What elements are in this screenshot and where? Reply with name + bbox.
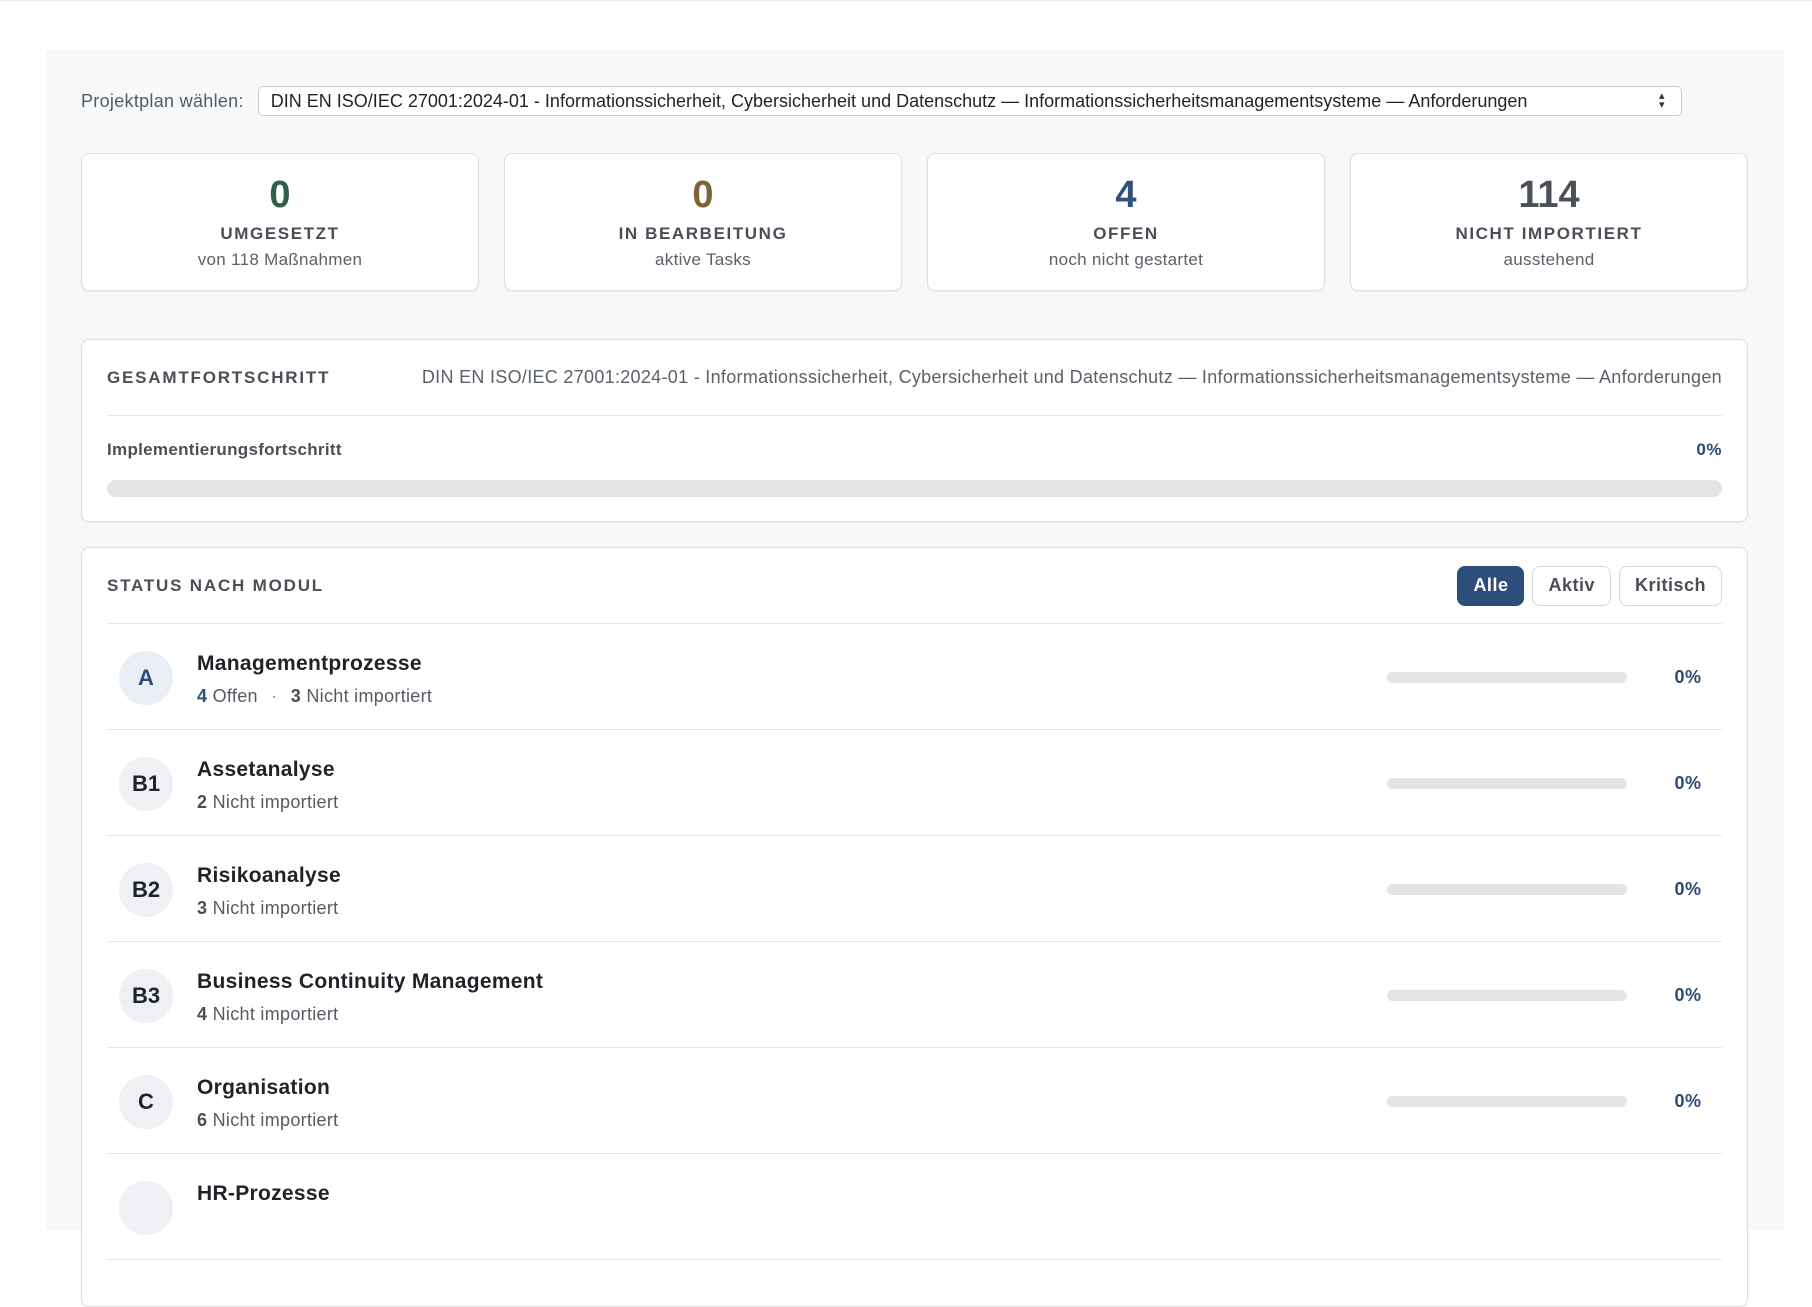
module-text: Organisation 6 Nicht importiert — [197, 1076, 338, 1131]
not-imported-label: Nicht importiert — [212, 1004, 339, 1024]
filter-all-button[interactable]: Alle — [1457, 565, 1525, 606]
not-imported-count: 6 — [197, 1110, 208, 1130]
kpi-card-in-progress: 0 IN BEARBEITUNG aktive Tasks — [504, 153, 902, 291]
module-meta: 4 Offen · 3 Nicht importiert — [197, 686, 432, 707]
module-name: HR-Prozesse — [197, 1182, 330, 1205]
kpi-card-implemented: 0 UMGESETZT von 118 Maßnahmen — [81, 153, 479, 291]
module-progress-bar — [1387, 990, 1627, 1001]
overall-progress-percent: 0% — [1696, 440, 1722, 459]
not-imported-label: Nicht importiert — [306, 686, 433, 706]
module-progress-bar — [1387, 672, 1627, 683]
module-code-badge: B1 — [119, 757, 173, 811]
module-text: Business Continuity Management 4 Nicht i… — [197, 970, 543, 1025]
not-imported-count: 4 — [197, 1004, 208, 1024]
overall-progress-bar — [107, 480, 1722, 497]
module-meta: 3 Nicht importiert — [197, 898, 341, 919]
kpi-card-open: 4 OFFEN noch nicht gestartet — [927, 153, 1325, 291]
plan-selector-label: Projektplan wählen: — [81, 90, 244, 111]
kpi-title: OFFEN — [1093, 224, 1159, 243]
module-meta: 2 Nicht importiert — [197, 792, 338, 813]
module-status-title: STATUS NACH MODUL — [107, 575, 324, 595]
kpi-value: 0 — [692, 174, 714, 216]
overall-progress-row: Implementierungsfortschritt 0% — [107, 440, 1722, 460]
module-name: Assetanalyse — [197, 758, 335, 781]
not-imported-label: Nicht importiert — [212, 898, 339, 918]
kpi-row: 0 UMGESETZT von 118 Maßnahmen 0 IN BEARB… — [81, 153, 1748, 291]
kpi-card-not-imported: 114 NICHT IMPORTIERT ausstehend — [1350, 153, 1748, 291]
kpi-value: 4 — [1115, 174, 1137, 216]
not-imported-count: 2 — [197, 792, 208, 812]
kpi-title: NICHT IMPORTIERT — [1455, 224, 1643, 243]
module-row-a[interactable]: A Managementprozesse 4 Offen · 3 Nicht i… — [107, 624, 1722, 730]
kpi-subtitle: aktive Tasks — [655, 250, 751, 269]
module-code-badge: C — [119, 1075, 173, 1129]
module-text: HR-Prozesse — [197, 1182, 330, 1206]
module-row-c[interactable]: C Organisation 6 Nicht importiert 0% — [107, 1048, 1722, 1154]
module-progress-bar — [1387, 778, 1627, 789]
module-name: Business Continuity Management — [197, 970, 544, 993]
module-name: Organisation — [197, 1076, 331, 1099]
module-row-b2[interactable]: B2 Risikoanalyse 3 Nicht importiert 0% — [107, 836, 1722, 942]
plan-select[interactable]: DIN EN ISO/IEC 27001:2024-01 - Informati… — [257, 86, 1682, 116]
module-name: Risikoanalyse — [197, 864, 341, 887]
module-status-header: STATUS NACH MODUL Alle Aktiv Kritisch — [107, 548, 1722, 624]
module-row-b3[interactable]: B3 Business Continuity Management 4 Nich… — [107, 942, 1722, 1048]
filter-critical-button[interactable]: Kritisch — [1618, 565, 1722, 606]
kpi-title: IN BEARBEITUNG — [618, 224, 788, 243]
module-list: A Managementprozesse 4 Offen · 3 Nicht i… — [107, 624, 1722, 1260]
module-row-b1[interactable]: B1 Assetanalyse 2 Nicht importiert 0% — [107, 730, 1722, 836]
dashboard-panel: Projektplan wählen: DIN EN ISO/IEC 27001… — [46, 50, 1784, 1307]
not-imported-label: Nicht importiert — [212, 1110, 339, 1130]
overall-progress-title: GESAMTFORTSCHRITT — [107, 367, 331, 387]
top-divider — [0, 0, 1812, 1]
module-progress-bar — [1387, 1096, 1627, 1107]
module-code-badge: B2 — [119, 863, 173, 917]
module-meta: 6 Nicht importiert — [197, 1110, 338, 1131]
kpi-value: 114 — [1518, 174, 1580, 216]
module-name: Managementprozesse — [197, 652, 422, 675]
module-text: Risikoanalyse 3 Nicht importiert — [197, 864, 341, 919]
kpi-subtitle: ausstehend — [1503, 250, 1595, 269]
overall-progress-plan-name: DIN EN ISO/IEC 27001:2024-01 - Informati… — [421, 367, 1722, 387]
module-row-hr[interactable]: HR-Prozesse — [107, 1154, 1722, 1260]
overall-progress-card: GESAMTFORTSCHRITT DIN EN ISO/IEC 27001:2… — [81, 339, 1748, 522]
not-imported-label: Nicht importiert — [212, 792, 339, 812]
module-status-card: STATUS NACH MODUL Alle Aktiv Kritisch A … — [81, 547, 1748, 1307]
kpi-value: 0 — [269, 174, 291, 216]
open-count: 4 — [197, 686, 208, 706]
module-text: Assetanalyse 2 Nicht importiert — [197, 758, 338, 813]
kpi-subtitle: noch nicht gestartet — [1048, 250, 1204, 269]
kpi-subtitle: von 118 Maßnahmen — [197, 250, 363, 269]
module-code-badge: A — [119, 651, 173, 705]
module-meta: 4 Nicht importiert — [197, 1004, 543, 1025]
kpi-title: UMGESETZT — [220, 224, 340, 243]
plan-select-value: DIN EN ISO/IEC 27001:2024-01 - Informati… — [270, 90, 1528, 111]
module-percent: 0% — [1674, 667, 1702, 687]
module-percent: 0% — [1674, 1091, 1702, 1111]
overall-progress-header: GESAMTFORTSCHRITT DIN EN ISO/IEC 27001:2… — [107, 340, 1722, 416]
module-text: Managementprozesse 4 Offen · 3 Nicht imp… — [197, 652, 432, 707]
meta-separator: · — [271, 686, 278, 706]
overall-progress-label: Implementierungsfortschritt — [107, 440, 342, 459]
module-code-badge: B3 — [119, 969, 173, 1023]
module-percent: 0% — [1674, 985, 1702, 1005]
open-label: Offen — [212, 686, 258, 706]
module-code-badge — [119, 1181, 173, 1235]
module-percent: 0% — [1674, 773, 1702, 793]
plan-selector-row: Projektplan wählen: DIN EN ISO/IEC 27001… — [81, 86, 1682, 116]
chevron-up-down-icon: ▴ ▾ — [1659, 90, 1665, 111]
module-progress-bar — [1387, 884, 1627, 895]
module-percent: 0% — [1674, 879, 1702, 899]
not-imported-count: 3 — [290, 686, 302, 706]
not-imported-count: 3 — [197, 898, 208, 918]
filter-active-button[interactable]: Aktiv — [1532, 565, 1611, 606]
module-filter-group: Alle Aktiv Kritisch — [1457, 565, 1722, 606]
